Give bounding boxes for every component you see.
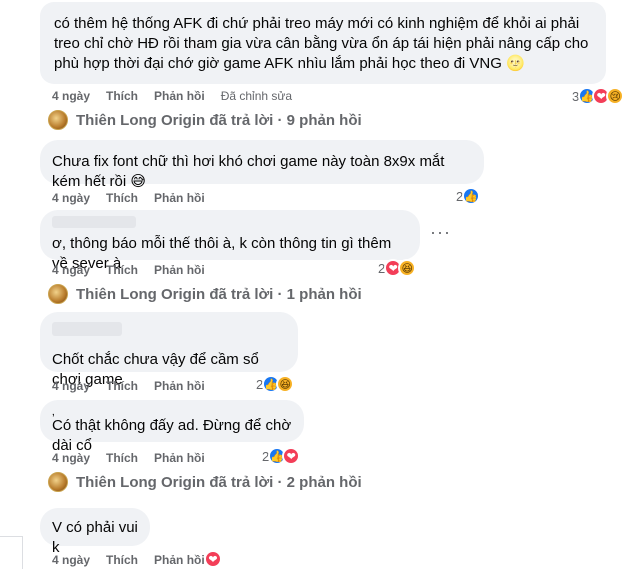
like-button[interactable]: Thích: [106, 553, 138, 567]
view-replies-1[interactable]: Thiên Long Origin đã trả lời · 9 phản hồ…: [48, 110, 362, 130]
haha-reaction-icon: 😆: [276, 375, 295, 393]
page-avatar: [48, 110, 68, 130]
reply-button[interactable]: Phản hồi: [154, 263, 205, 277]
comment-time[interactable]: 4 ngày: [52, 89, 90, 103]
reaction-summary-6[interactable]: ❤: [204, 549, 222, 569]
reply-button[interactable]: Phản hồi: [154, 89, 205, 103]
reaction-summary-2[interactable]: 2 👍: [456, 186, 481, 206]
comment-bubble-6: V có phải vui k: [40, 508, 150, 556]
comment-text: V có phải vui k: [52, 519, 138, 556]
page-avatar: [48, 284, 68, 304]
like-button[interactable]: Thích: [106, 263, 138, 277]
reaction-summary-1[interactable]: 3 👍 ❤ 😢: [572, 86, 625, 106]
comment-time[interactable]: 4 ngày: [52, 191, 90, 205]
comment-text: có thêm hệ thống AFK đi chứ phải treo má…: [54, 15, 589, 72]
reply-button[interactable]: Phản hồi: [154, 379, 205, 393]
comment-actions-6: 4 ngày Thích Phản hồi: [52, 552, 221, 568]
haha-reaction-icon: 😆: [398, 259, 417, 277]
reaction-summary-3[interactable]: 2 ❤ 😆: [378, 258, 417, 278]
reply-button[interactable]: Phản hồi: [154, 553, 205, 567]
like-button[interactable]: Thích: [106, 451, 138, 465]
comment-time[interactable]: 4 ngày: [52, 263, 90, 277]
comment-actions-3: 4 ngày Thích Phản hồi: [52, 262, 221, 278]
like-reaction-icon: 👍: [462, 187, 481, 205]
comment-bubble-3: ơ, thông báo mỗi thế thôi à, k còn thông…: [40, 210, 420, 272]
view-replies-label: Thiên Long Origin đã trả lời · 1 phản hồ…: [76, 285, 362, 303]
comment-bubble-4: Chốt chắc chưa vậy để cầm sổ chơi game: [40, 312, 298, 388]
view-replies-2[interactable]: Thiên Long Origin đã trả lời · 1 phản hồ…: [48, 284, 362, 304]
view-replies-label: Thiên Long Origin đã trả lời · 9 phản hồ…: [76, 111, 362, 129]
reaction-summary-5[interactable]: 2 👍 ❤: [262, 446, 301, 466]
like-button[interactable]: Thích: [106, 191, 138, 205]
reply-button[interactable]: Phản hồi: [154, 451, 205, 465]
author-name-blurred: [52, 216, 136, 228]
sad-reaction-icon: 😢: [606, 87, 625, 105]
more-options-icon[interactable]: ···: [430, 222, 451, 243]
comment-bubble-2: Chưa fix font chữ thì hơi khó chơi game …: [40, 140, 484, 190]
comment-text: Chưa fix font chữ thì hơi khó chơi game …: [52, 153, 445, 190]
comment-text: Có thật không đấy ad. Đừng để chờ dài cổ: [52, 417, 292, 454]
like-button[interactable]: Thích: [106, 379, 138, 393]
comment-time[interactable]: 4 ngày: [52, 379, 90, 393]
comment-time[interactable]: 4 ngày: [52, 451, 90, 465]
comment-bubble-5: ‚ Có thật không đấy ad. Đừng để chờ dài …: [40, 400, 304, 454]
view-replies-3[interactable]: Thiên Long Origin đã trả lời · 2 phản hồ…: [48, 472, 362, 492]
comment-time[interactable]: 4 ngày: [52, 553, 90, 567]
author-mark: ‚: [52, 404, 55, 418]
thread-divider: [22, 536, 23, 569]
comment-bubble-1: có thêm hệ thống AFK đi chứ phải treo má…: [40, 2, 606, 84]
comment-actions-5: 4 ngày Thích Phản hồi: [52, 450, 221, 466]
love-reaction-icon: ❤: [204, 550, 222, 568]
page-avatar: [48, 472, 68, 492]
reply-button[interactable]: Phản hồi: [154, 191, 205, 205]
comment-actions-1: 4 ngày Thích Phản hồi Đã chỉnh sửa: [52, 88, 308, 104]
comment-actions-2: 4 ngày Thích Phản hồi: [52, 190, 221, 206]
edited-label[interactable]: Đã chỉnh sửa: [221, 89, 292, 103]
comment-actions-4: 4 ngày Thích Phản hồi: [52, 378, 221, 394]
thread-divider: [0, 536, 22, 537]
like-button[interactable]: Thích: [106, 89, 138, 103]
reaction-summary-4[interactable]: 2 👍 😆: [256, 374, 295, 394]
love-reaction-icon: ❤: [282, 447, 301, 465]
author-name-blurred: [52, 322, 122, 336]
view-replies-label: Thiên Long Origin đã trả lời · 2 phản hồ…: [76, 473, 362, 491]
